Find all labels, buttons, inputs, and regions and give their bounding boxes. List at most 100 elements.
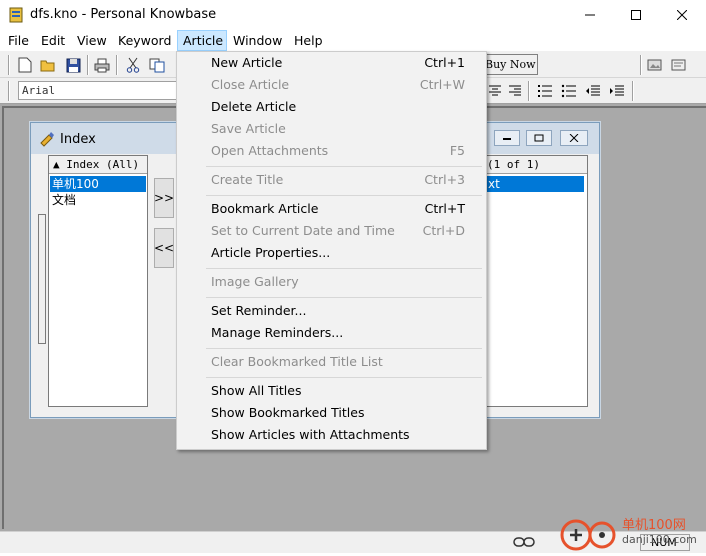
list-item[interactable]: 文档 — [50, 192, 146, 208]
numbered-list-icon[interactable] — [536, 82, 554, 100]
menu-item-label: Set to Current Date and Time — [211, 223, 395, 238]
buy-now-button[interactable]: Buy Now! — [478, 54, 538, 75]
menu-item-label: Image Gallery — [211, 274, 299, 289]
reminder-icon[interactable] — [670, 56, 688, 74]
menu-article[interactable]: Article — [177, 30, 227, 51]
menu-item-shortcut: Ctrl+W — [419, 77, 465, 92]
menu-item-label: Set Reminder... — [211, 303, 307, 318]
menu-keyword[interactable]: Keyword — [118, 30, 171, 51]
minimize-button[interactable] — [567, 0, 613, 30]
menu-bookmark-article[interactable]: Bookmark Article Ctrl+T — [177, 198, 486, 220]
link-icon — [512, 535, 536, 549]
toolbar-separator — [116, 55, 118, 75]
list-item[interactable]: 单机100 — [50, 176, 146, 192]
toolbar-separator — [8, 55, 10, 75]
new-icon[interactable] — [16, 56, 34, 74]
toolbar-separator — [632, 81, 634, 101]
menu-view[interactable]: View — [77, 30, 107, 51]
menu-file[interactable]: File — [8, 30, 29, 51]
watermark-logo — [558, 513, 618, 553]
cut-icon[interactable] — [124, 56, 142, 74]
menu-item-label: Clear Bookmarked Title List — [211, 354, 383, 369]
menu-item-shortcut: Ctrl+D — [422, 223, 465, 238]
menu-item-label: Show Articles with Attachments — [211, 427, 410, 442]
menu-item-label: Create Title — [211, 172, 284, 187]
title-list-header[interactable]: (1 of 1) — [485, 156, 587, 174]
increase-indent-icon[interactable] — [608, 82, 626, 100]
menu-image-gallery: Image Gallery — [177, 271, 486, 293]
list-item[interactable]: xt — [486, 176, 584, 192]
menu-save-article: Save Article — [177, 118, 486, 140]
minimize-icon — [585, 14, 595, 16]
move-left-button[interactable]: << — [154, 228, 174, 268]
menu-item-shortcut: Ctrl+T — [424, 201, 465, 216]
window-title: dfs.kno - Personal Knowbase — [30, 7, 217, 22]
menu-new-article[interactable]: New Article Ctrl+1 — [177, 52, 486, 74]
menu-open-attachments: Open Attachments F5 — [177, 140, 486, 162]
align-right-icon[interactable] — [506, 82, 524, 100]
close-icon — [677, 10, 687, 20]
toolbar-separator — [8, 81, 10, 101]
toolbar-separator — [640, 55, 642, 75]
menu-item-label: New Article — [211, 55, 283, 70]
index-window-title: Index — [60, 132, 96, 147]
font-name-select[interactable]: Arial — [18, 81, 178, 100]
menu-item-label: Bookmark Article — [211, 201, 319, 216]
decrease-indent-icon[interactable] — [584, 82, 602, 100]
bullet-list-icon[interactable] — [560, 82, 578, 100]
menu-create-title: Create Title Ctrl+3 — [177, 169, 486, 191]
index-close-button[interactable] — [560, 130, 588, 146]
menu-item-label: Delete Article — [211, 99, 297, 114]
menu-delete-article[interactable]: Delete Article — [177, 96, 486, 118]
maximize-button[interactable] — [613, 0, 659, 30]
menu-set-current-date: Set to Current Date and Time Ctrl+D — [177, 220, 486, 242]
maximize-icon — [631, 10, 641, 20]
print-icon[interactable] — [93, 56, 111, 74]
app-icon — [9, 7, 23, 23]
menu-separator — [206, 268, 482, 269]
menu-set-reminder[interactable]: Set Reminder... — [177, 300, 486, 322]
index-maximize-button[interactable] — [526, 130, 552, 146]
menu-show-all-titles[interactable]: Show All Titles — [177, 380, 486, 402]
menu-item-label: Show Bookmarked Titles — [211, 405, 365, 420]
menu-show-bookmarked-titles[interactable]: Show Bookmarked Titles — [177, 402, 486, 424]
menu-item-label: Close Article — [211, 77, 290, 92]
gallery-icon[interactable] — [646, 56, 664, 74]
align-center-icon[interactable] — [486, 82, 504, 100]
toolbar-separator — [528, 81, 530, 101]
menu-separator — [206, 348, 482, 349]
title-list-panel — [484, 155, 588, 407]
move-right-button[interactable]: >> — [154, 178, 174, 218]
open-icon[interactable] — [39, 56, 57, 74]
menu-item-shortcut: Ctrl+3 — [424, 172, 465, 187]
minimize-icon — [503, 138, 511, 140]
close-icon — [569, 134, 579, 142]
menu-item-label: Article Properties... — [211, 245, 331, 260]
menu-separator — [206, 166, 482, 167]
close-button[interactable] — [659, 0, 705, 30]
index-window-icon — [39, 131, 55, 147]
menu-window[interactable]: Window — [233, 30, 282, 51]
copy-icon[interactable] — [148, 56, 166, 74]
menu-separator — [206, 377, 482, 378]
menu-item-shortcut: Ctrl+1 — [424, 55, 465, 70]
menu-close-article: Close Article Ctrl+W — [177, 74, 486, 96]
save-icon[interactable] — [64, 56, 82, 74]
maximize-icon — [534, 134, 544, 142]
menu-manage-reminders[interactable]: Manage Reminders... — [177, 322, 486, 344]
menu-separator — [206, 297, 482, 298]
menu-show-articles-attachments[interactable]: Show Articles with Attachments — [177, 424, 486, 446]
index-splitter[interactable] — [38, 214, 46, 344]
menu-edit[interactable]: Edit — [41, 30, 65, 51]
menu-clear-bookmarked: Clear Bookmarked Title List — [177, 351, 486, 373]
menu-item-label: Save Article — [211, 121, 286, 136]
menu-item-label: Show All Titles — [211, 383, 302, 398]
menu-article-properties[interactable]: Article Properties... — [177, 242, 486, 264]
menu-item-label: Open Attachments — [211, 143, 329, 158]
keyword-list-header[interactable]: ▲ Index (All) — [49, 156, 147, 174]
watermark-text: 单机100网 — [622, 518, 686, 533]
watermark-url: danji100.com — [622, 533, 697, 546]
index-minimize-button[interactable] — [494, 130, 520, 146]
menu-help[interactable]: Help — [294, 30, 323, 51]
toolbar-separator — [87, 55, 89, 75]
